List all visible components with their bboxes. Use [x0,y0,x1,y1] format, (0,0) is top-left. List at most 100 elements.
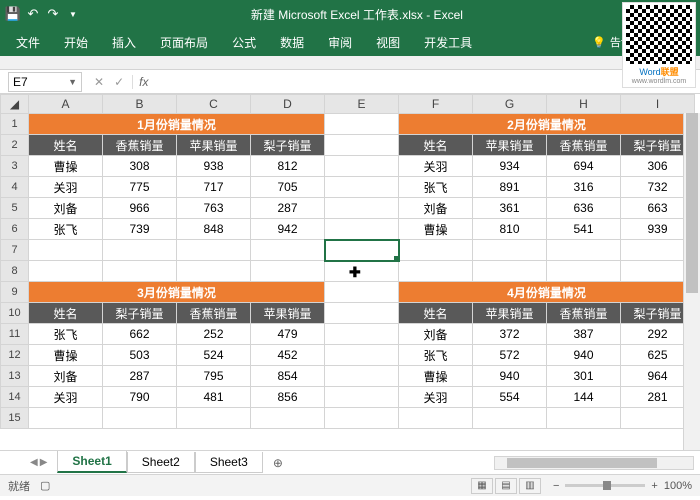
cell[interactable]: 942 [251,219,325,240]
cell[interactable]: 572 [473,345,547,366]
zoom-slider[interactable] [565,484,645,487]
cell[interactable] [473,408,547,429]
row-header[interactable]: 7 [1,240,29,261]
cell[interactable]: 姓名 [399,135,473,156]
new-sheet-button[interactable]: ⊕ [263,453,293,473]
tab-formulas[interactable]: 公式 [220,28,268,56]
cell[interactable]: 曹操 [29,345,103,366]
cell[interactable] [29,261,103,282]
cell[interactable] [325,408,399,429]
cell[interactable]: 苹果销量 [473,303,547,324]
cell[interactable]: 姓名 [29,303,103,324]
cell[interactable]: 717 [177,177,251,198]
cell[interactable]: 144 [547,387,621,408]
cell[interactable] [325,114,399,135]
tab-page-layout[interactable]: 页面布局 [148,28,220,56]
cell[interactable]: 梨子销量 [103,303,177,324]
cell[interactable] [399,261,473,282]
row-header[interactable]: 9 [1,282,29,303]
cell[interactable]: 梨子销量 [251,135,325,156]
zoom-out-icon[interactable]: − [553,480,559,492]
cell[interactable]: 关羽 [29,387,103,408]
cell[interactable]: 856 [251,387,325,408]
row-header[interactable]: 5 [1,198,29,219]
col-header[interactable]: C [177,95,251,114]
cell[interactable]: 3月份销量情况 [29,282,325,303]
cell[interactable]: 苹果销量 [473,135,547,156]
cell[interactable]: 刘备 [399,324,473,345]
cell[interactable]: 张飞 [399,177,473,198]
formula-input[interactable] [154,72,700,92]
cell[interactable] [251,261,325,282]
page-break-view-icon[interactable]: ▥ [519,478,541,494]
page-layout-view-icon[interactable]: ▤ [495,478,517,494]
save-icon[interactable]: 💾 [6,7,20,21]
row-header[interactable]: 12 [1,345,29,366]
zoom-in-icon[interactable]: + [651,480,657,492]
cell[interactable]: 关羽 [29,177,103,198]
cell[interactable]: 848 [177,219,251,240]
cell[interactable]: 891 [473,177,547,198]
cell[interactable] [251,240,325,261]
cell[interactable] [325,156,399,177]
row-header[interactable]: 10 [1,303,29,324]
cell[interactable]: 810 [473,219,547,240]
cell[interactable] [103,240,177,261]
cell[interactable] [29,240,103,261]
sheet-next-icon[interactable]: ▶ [40,457,48,468]
cell[interactable] [177,240,251,261]
cell[interactable]: 316 [547,177,621,198]
zoom-level[interactable]: 100% [664,480,692,492]
cell[interactable]: 曹操 [399,219,473,240]
sheet-tab[interactable]: Sheet3 [195,452,263,473]
cell[interactable]: 香蕉销量 [547,135,621,156]
cell[interactable] [177,261,251,282]
cell[interactable]: 361 [473,198,547,219]
cell[interactable]: 308 [103,156,177,177]
row-header[interactable]: 1 [1,114,29,135]
cell[interactable]: 张飞 [399,345,473,366]
cell[interactable]: 554 [473,387,547,408]
spreadsheet-grid[interactable]: ◢ A B C D E F G H I 11月份销量情况2月份销量情况2姓名香蕉… [0,94,695,429]
cell[interactable] [325,135,399,156]
macro-record-icon[interactable]: ▢ [40,479,50,492]
cell[interactable]: 452 [251,345,325,366]
cell[interactable]: 刘备 [29,366,103,387]
cell[interactable]: 301 [547,366,621,387]
cell[interactable] [251,408,325,429]
cell[interactable] [325,345,399,366]
cell[interactable] [325,240,399,261]
row-header[interactable]: 2 [1,135,29,156]
scrollbar-thumb[interactable] [507,458,657,468]
cell[interactable]: 香蕉销量 [547,303,621,324]
cell[interactable] [325,366,399,387]
cell[interactable]: 香蕉销量 [177,303,251,324]
row-header[interactable]: 6 [1,219,29,240]
cell[interactable]: 795 [177,366,251,387]
cell[interactable]: 966 [103,198,177,219]
cell[interactable]: 287 [103,366,177,387]
cell[interactable]: 739 [103,219,177,240]
sheet-tab[interactable]: Sheet2 [127,452,195,473]
cell[interactable]: 372 [473,324,547,345]
cell[interactable]: 694 [547,156,621,177]
select-all-corner[interactable]: ◢ [1,95,29,114]
cell[interactable] [325,261,399,282]
cell[interactable]: 662 [103,324,177,345]
cell[interactable] [177,408,251,429]
col-header[interactable]: A [29,95,103,114]
cell[interactable]: 940 [473,366,547,387]
cell[interactable]: 张飞 [29,324,103,345]
scrollbar-thumb[interactable] [686,113,698,293]
name-box[interactable]: E7 ▼ [8,72,82,92]
sheet-prev-icon[interactable]: ◀ [30,457,38,468]
cell[interactable] [325,303,399,324]
cell[interactable]: 938 [177,156,251,177]
tab-home[interactable]: 开始 [52,28,100,56]
cell[interactable]: 775 [103,177,177,198]
tab-file[interactable]: 文件 [4,28,52,56]
horizontal-scrollbar[interactable] [494,456,694,470]
cell[interactable] [547,240,621,261]
cell[interactable]: 苹果销量 [251,303,325,324]
row-header[interactable]: 4 [1,177,29,198]
